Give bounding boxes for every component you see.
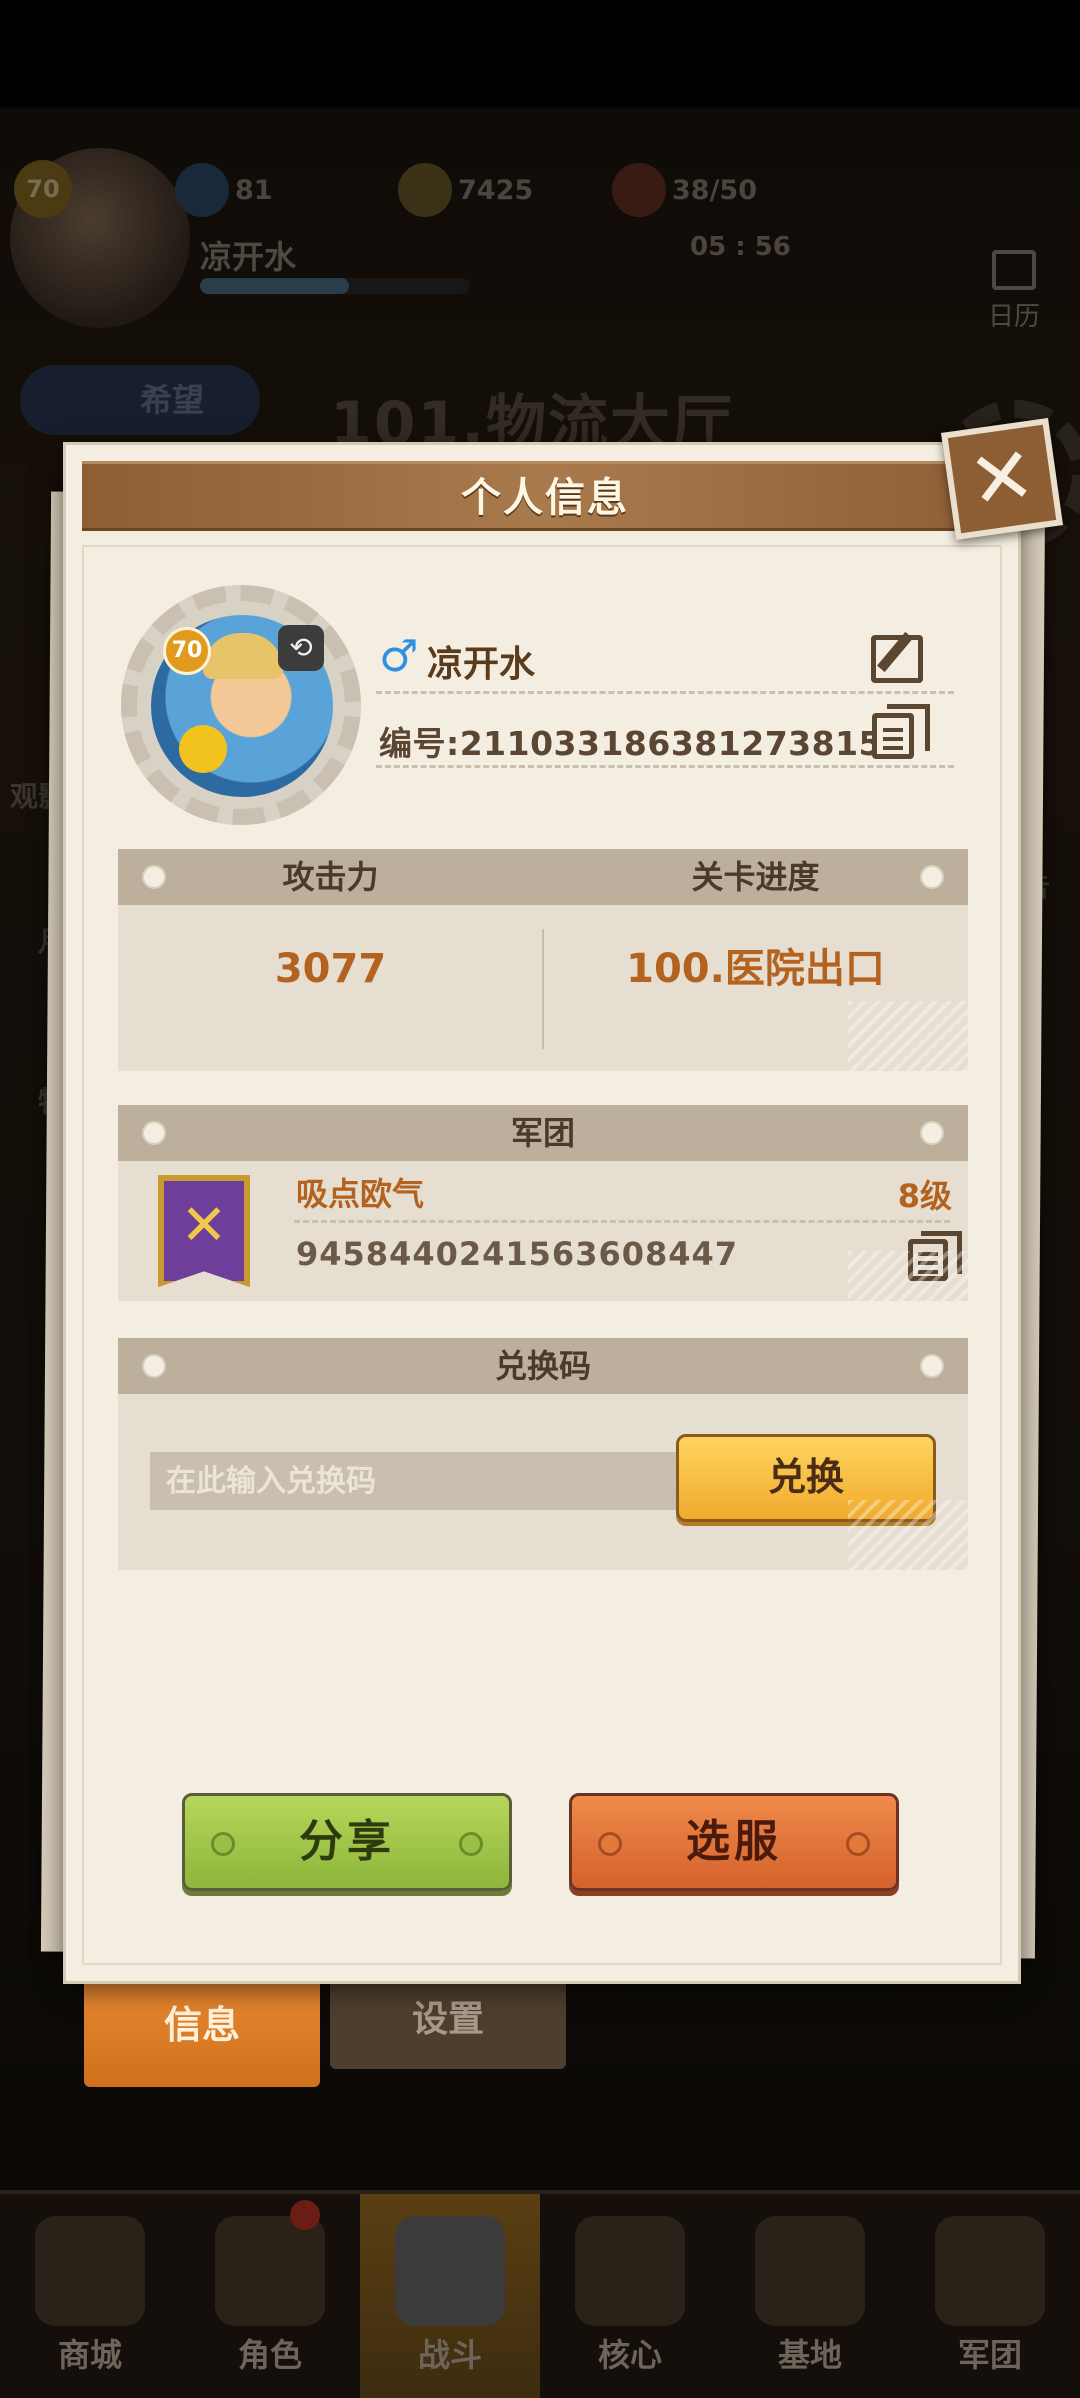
personal-info-dialog: 个人信息 70 ⟲ ♂ 凉开水 编号:2110331863812738153 攻… [63,442,1021,1984]
legion-section-title: 军团 [510,1114,575,1152]
attack-value: 3077 [274,946,387,992]
divider [376,765,954,768]
nav-battle[interactable]: 战斗 [360,2194,540,2398]
nav-core[interactable]: 核心 [540,2194,720,2398]
redeem-section-title: 兑换码 [494,1347,591,1385]
redeem-code-input[interactable] [150,1452,710,1510]
nav-base[interactable]: 基地 [720,2194,900,2398]
profile-name: 凉开水 [427,644,536,685]
legion-level: 8级 [897,1177,952,1215]
copy-uid-icon[interactable] [872,704,930,759]
legion-name: 吸点欧气 [296,1175,425,1213]
base-icon [755,2216,865,2326]
stats-section: 攻击力 关卡进度 3077 100.医院出口 [118,849,968,1071]
tab-info[interactable]: 信息 [84,1975,320,2087]
edit-name-icon[interactable] [871,635,923,683]
nav-character[interactable]: 角色 [180,2194,360,2398]
player-uid: 编号:2110331863812738153 [379,724,906,763]
legion-id: 945844024156360844​7 [296,1235,739,1273]
nav-shop[interactable]: 商城 [0,2194,180,2398]
legion-banner-icon [158,1175,250,1287]
divider [294,1220,950,1223]
close-button[interactable]: ✕ [941,418,1063,540]
shop-icon [35,2216,145,2326]
core-icon [575,2216,685,2326]
divider [376,691,954,694]
character-icon [215,2216,325,2326]
legion-section: 军团 吸点欧气 8级 945844024156360844​7 [118,1105,968,1301]
share-button[interactable]: 分享 [182,1793,512,1891]
select-server-button[interactable]: 选服 [569,1793,899,1891]
redeem-section: 兑换码 兑换 [118,1338,968,1570]
progress-value: 100.医院出口 [626,946,885,992]
progress-label: 关卡进度 [691,858,820,896]
nav-legion[interactable]: 军团 [900,2194,1080,2398]
legion-shield-icon [935,2216,1045,2326]
close-icon: ✕ [963,429,1041,529]
dialog-header: 个人信息 [82,461,1008,531]
duck-icon [179,725,227,773]
battle-guns-icon [395,2216,505,2326]
avatar-level-badge: 70 [163,627,211,675]
attack-label: 攻击力 [282,858,379,896]
bottom-navigation: 商城 角色 战斗 核心 基地 军团 [0,2190,1080,2398]
change-avatar-icon[interactable]: ⟲ [278,625,324,671]
dialog-title: 个人信息 [461,475,629,521]
male-gender-icon: ♂ [379,631,419,682]
tab-settings[interactable]: 设置 [330,1975,566,2069]
notification-dot [290,2200,320,2230]
